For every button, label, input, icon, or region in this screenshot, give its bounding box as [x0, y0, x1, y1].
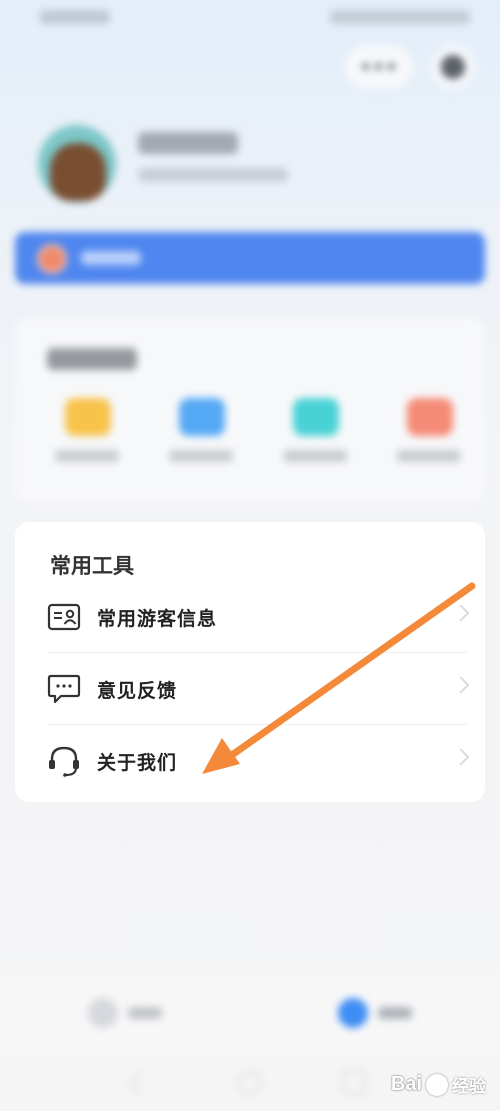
avatar-image: [50, 143, 106, 201]
member-icon: [37, 244, 67, 274]
avatar[interactable]: [38, 125, 116, 203]
profile-subtitle: [138, 168, 288, 182]
nav-recents-icon[interactable]: [342, 1071, 366, 1095]
recent-item-icon: [407, 398, 453, 436]
recent-item-icon: [179, 398, 225, 436]
recent-item-label: [283, 450, 347, 462]
recent-item[interactable]: [163, 398, 243, 478]
status-bar: [40, 6, 470, 28]
settings-icon: [441, 55, 465, 79]
recent-section: [15, 318, 485, 503]
feedback-chat-icon: [47, 672, 81, 706]
status-right: [330, 10, 470, 24]
paw-logo-icon: [426, 1073, 448, 1096]
profile-header[interactable]: [38, 120, 458, 210]
more-button[interactable]: •••: [345, 45, 413, 89]
recent-item-icon: [293, 398, 339, 436]
headset-icon: [47, 744, 81, 778]
chevron-right-icon: [452, 676, 470, 694]
tool-item-label: 常用游客信息: [97, 607, 218, 630]
watermark-brand: Bai: [390, 1073, 422, 1095]
settings-button[interactable]: [431, 45, 475, 89]
recent-item[interactable]: [49, 398, 129, 478]
status-left: [40, 10, 110, 24]
tab-home-label[interactable]: [128, 1007, 162, 1019]
tab-home-icon[interactable]: [88, 998, 118, 1028]
tool-item-feedback[interactable]: 意见反馈: [47, 653, 470, 725]
tool-item-label: 关于我们: [97, 751, 178, 774]
watermark: Bai 经验: [391, 1072, 486, 1097]
watermark-suffix: 经验: [452, 1077, 486, 1096]
tool-item-label: 意见反馈: [97, 679, 178, 702]
chevron-right-icon: [452, 748, 470, 766]
member-banner[interactable]: [15, 232, 485, 284]
more-icon: •••: [359, 55, 399, 79]
tool-item-about-us[interactable]: 关于我们: [47, 725, 470, 797]
recent-item[interactable]: [391, 398, 471, 478]
tool-item-visitor-info[interactable]: 常用游客信息: [47, 581, 470, 653]
bottom-tab-bar: [0, 972, 500, 1057]
recent-item[interactable]: [277, 398, 357, 478]
member-banner-text: [81, 251, 141, 265]
tools-section-title: 常用工具: [50, 554, 134, 578]
profile-name: [138, 132, 238, 154]
tab-mine-icon[interactable]: [338, 998, 368, 1028]
chevron-right-icon: [452, 604, 470, 622]
header-actions: •••: [345, 45, 475, 93]
nav-home-icon[interactable]: [238, 1071, 262, 1095]
visitor-card-icon: [47, 600, 81, 634]
tools-section: 常用工具 常用游客信息 意见反馈 关于我们: [15, 522, 485, 802]
recent-item-label: [55, 450, 119, 462]
nav-back-icon[interactable]: [128, 1070, 154, 1096]
recent-item-label: [397, 450, 461, 462]
recent-item-label: [169, 450, 233, 462]
recent-item-icon: [65, 398, 111, 436]
tab-mine-label[interactable]: [378, 1007, 412, 1019]
recent-section-title: [47, 348, 137, 370]
